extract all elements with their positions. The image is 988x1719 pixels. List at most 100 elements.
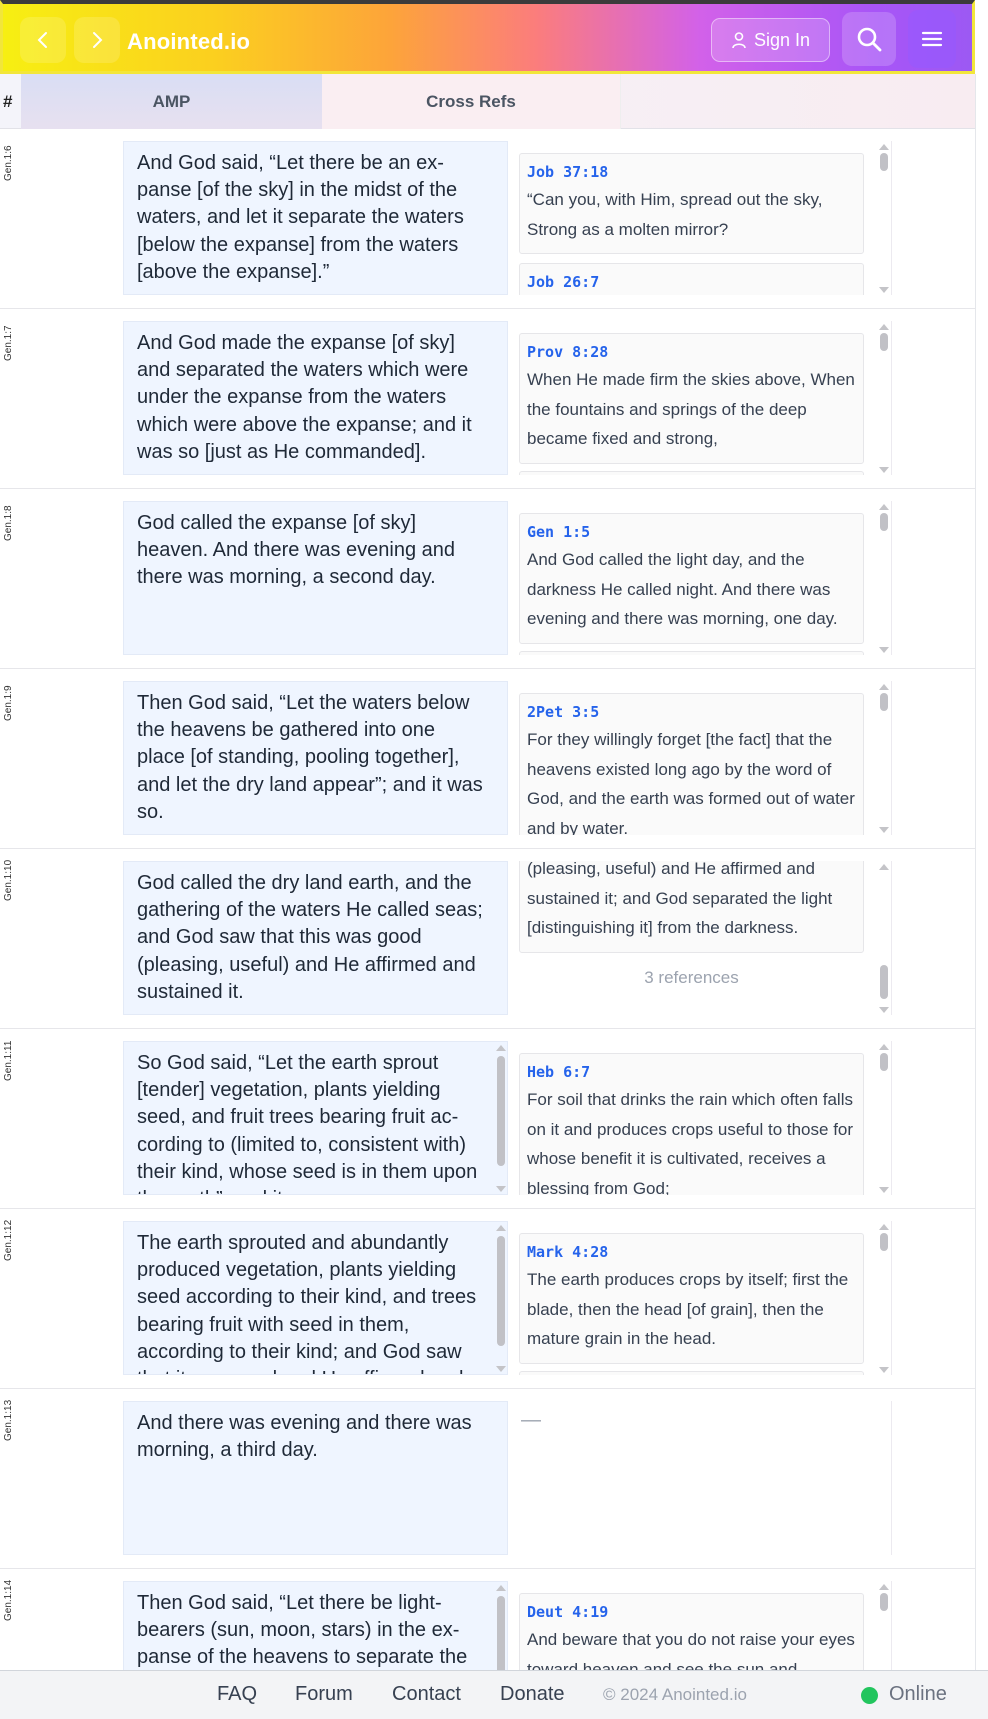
verse-ref-label: Gen.1:10 [3,859,14,901]
cross-ref-link[interactable]: Job 26:7 [527,273,856,291]
top-header: Anointed.io Sign In [0,0,975,74]
scroll-up-arrow-icon[interactable] [496,1585,506,1591]
cross-ref-scrollbar[interactable] [878,861,890,1015]
scroll-up-arrow-icon[interactable] [496,1225,506,1231]
footer-link-donate[interactable]: Donate [500,1683,565,1706]
cross-ref-card[interactable]: Mark 4:28 The earth produces crops by it… [519,1233,864,1364]
site-logo[interactable]: Anointed.io [127,29,250,55]
scroll-up-arrow-icon[interactable] [879,504,889,510]
verse-scrollbar[interactable] [495,1222,506,1374]
tab-cross-refs[interactable]: Cross Refs [322,74,621,129]
cross-ref-text: For soil that drinks the rain which ofte… [527,1090,854,1195]
scroll-up-arrow-icon[interactable] [879,1584,889,1590]
verse-row: Gen.1:8 God called the expanse [of sky] … [0,489,975,669]
scroll-down-arrow-icon[interactable] [879,1187,889,1193]
cross-ref-card[interactable]: (pleasing, useful) and He affirmed and s… [519,861,864,953]
cross-ref-scrollbar[interactable] [878,681,890,835]
scrollbar-thumb[interactable] [880,513,888,531]
cross-ref-link[interactable]: Job 37:18 [527,163,856,181]
scroll-up-arrow-icon[interactable] [879,1044,889,1050]
verse-text-box[interactable]: The earth sprouted and abundantly produc… [123,1221,508,1375]
next-chapter-button[interactable] [74,17,120,63]
menu-button[interactable] [908,10,956,68]
verse-text: And God said, “Let there be an ex-panse … [137,152,464,283]
scroll-up-arrow-icon[interactable] [496,1045,506,1051]
cross-ref-card[interactable]: Gen 1:5 And God called the light day, an… [519,513,864,644]
cross-ref-pane[interactable]: Mark 4:28 The earth produces crops by it… [519,1221,890,1375]
cross-ref-card[interactable]: 2Pet 3:5 For they willingly forget [the … [519,693,864,835]
scrollbar-thumb[interactable] [880,1593,888,1611]
sign-in-button[interactable]: Sign In [711,18,830,62]
cross-ref-scrollbar[interactable] [878,501,890,655]
content-right-edge [975,74,976,1670]
scroll-down-arrow-icon[interactable] [496,1186,506,1192]
cross-ref-card[interactable] [519,471,864,475]
scrollbar-thumb[interactable] [880,153,888,171]
scrollbar-thumb[interactable] [880,333,888,351]
cross-ref-link[interactable]: Mark 4:28 [527,1243,856,1261]
cross-ref-card[interactable]: Prov 8:28 When He made firm the skies ab… [519,333,864,464]
cross-ref-pane[interactable]: Prov 8:28 When He made firm the skies ab… [519,321,890,475]
chevron-left-icon [37,32,47,48]
cross-ref-pane[interactable]: Job 37:18 “Can you, with Him, spread out… [519,141,890,295]
scroll-down-arrow-icon[interactable] [496,1366,506,1372]
verse-ref-label: Gen.1:14 [3,1579,14,1621]
cross-ref-link[interactable]: Gen 1:5 [527,523,856,541]
cross-ref-card[interactable] [519,1371,864,1375]
scroll-up-arrow-icon[interactable] [879,144,889,150]
cross-ref-card[interactable]: Job 37:18 “Can you, with Him, spread out… [519,153,864,254]
cross-ref-link[interactable]: Heb 6:7 [527,1063,856,1081]
verse-text: Then God said, “Let the waters below the… [137,692,483,823]
footer-link-faq[interactable]: FAQ [217,1683,257,1706]
cross-ref-card[interactable] [519,651,864,655]
scroll-down-arrow-icon[interactable] [879,1367,889,1373]
verse-row: Gen.1:7 And God made the expanse [of sky… [0,309,975,489]
scroll-up-arrow-icon[interactable] [879,684,889,690]
verse-scrollbar[interactable] [495,1042,506,1194]
verse-text: And God made the expanse [of sky] and se… [137,332,472,463]
cross-ref-pane[interactable]: 2Pet 3:5 For they willingly forget [the … [519,681,890,835]
verse-text-box: And God said, “Let there be an ex-panse … [123,141,508,295]
verse-text: God called the dry land earth, and the g… [137,872,483,1003]
cross-ref-pane[interactable]: (pleasing, useful) and He affirmed and s… [519,861,890,1015]
previous-chapter-button[interactable] [20,17,66,63]
search-button[interactable] [842,12,896,66]
scrollbar-thumb[interactable] [497,1056,505,1166]
cross-ref-pane[interactable]: Gen 1:5 And God called the light day, an… [519,501,890,655]
column-header-bar: # AMP Cross Refs [0,74,975,129]
tab-amp[interactable]: AMP [21,74,322,129]
verse-ref-label: Gen.1:12 [3,1219,14,1261]
scrollbar-thumb[interactable] [497,1596,505,1676]
cross-ref-card[interactable]: Heb 6:7 For soil that drinks the rain wh… [519,1053,864,1195]
cross-ref-text: The earth produces crops by itself; firs… [527,1270,849,1348]
footer-link-contact[interactable]: Contact [392,1683,461,1706]
scroll-down-arrow-icon[interactable] [879,287,889,293]
divider [891,501,892,655]
cross-ref-link[interactable]: 2Pet 3:5 [527,703,856,721]
scrollbar-thumb[interactable] [880,1233,888,1251]
scroll-up-arrow-icon[interactable] [879,1224,889,1230]
verse-number-column-header: # [3,92,13,111]
scroll-up-arrow-icon[interactable] [879,324,889,330]
verse-text-box[interactable]: So God said, “Let the earth sprout [tend… [123,1041,508,1195]
cross-ref-scrollbar[interactable] [878,1041,890,1195]
cross-ref-scrollbar[interactable] [878,141,890,295]
cross-ref-scrollbar[interactable] [878,321,890,475]
scroll-down-arrow-icon[interactable] [879,467,889,473]
scrollbar-thumb[interactable] [880,965,888,999]
cross-ref-pane[interactable]: Heb 6:7 For soil that drinks the rain wh… [519,1041,890,1195]
scrollbar-thumb[interactable] [880,693,888,711]
no-references-dash: — [521,1409,541,1431]
scroll-up-arrow-icon[interactable] [879,864,889,870]
copyright-text: © 2024 Anointed.io [603,1685,747,1704]
cross-ref-link[interactable]: Prov 8:28 [527,343,856,361]
scroll-down-arrow-icon[interactable] [879,827,889,833]
cross-ref-link[interactable]: Deut 4:19 [527,1603,856,1621]
scrollbar-thumb[interactable] [880,1053,888,1071]
scrollbar-thumb[interactable] [497,1236,505,1346]
scroll-down-arrow-icon[interactable] [879,1007,889,1013]
cross-ref-scrollbar[interactable] [878,1221,890,1375]
scroll-down-arrow-icon[interactable] [879,647,889,653]
cross-ref-card[interactable]: Job 26:7 [519,263,864,295]
footer-link-forum[interactable]: Forum [295,1683,353,1706]
